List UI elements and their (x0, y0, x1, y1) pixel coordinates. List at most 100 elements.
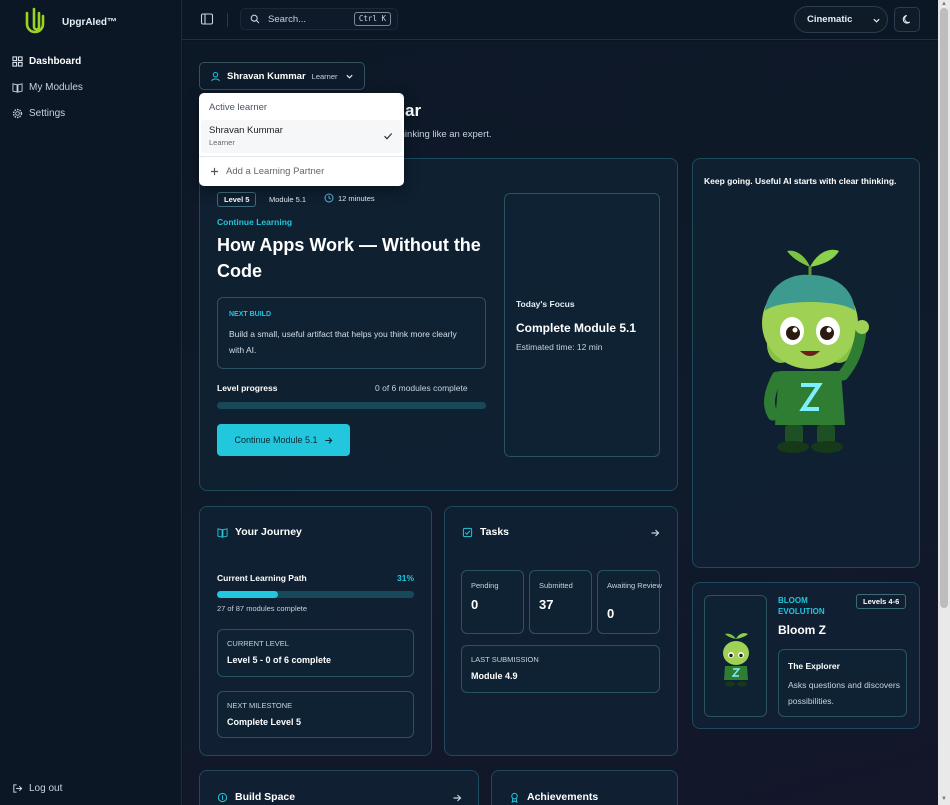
build-space-title: Build Space (235, 791, 296, 803)
user-icon (211, 71, 220, 81)
learner-name: Shravan Kummar (227, 70, 306, 82)
todays-focus-box: Today's Focus Complete Module 5.1 Estima… (504, 193, 660, 457)
learner-dropdown-menu: Active learner Shravan Kummar Learner Ad… (199, 93, 404, 186)
logout-icon (13, 784, 23, 793)
sidebar-toggle-icon[interactable] (200, 12, 214, 26)
last-submission-value: Module 4.9 (471, 671, 518, 681)
pending-label: Pending (471, 581, 499, 590)
current-level-label: CURRENT LEVEL (227, 639, 289, 648)
modules-complete-text: 27 of 87 modules complete (217, 604, 308, 613)
tasks-header: Tasks (462, 526, 509, 538)
book-open-icon (217, 527, 228, 538)
scroll-down-arrow[interactable]: ▼ (941, 796, 947, 802)
next-build-box: NEXT BUILD Build a small, useful artifac… (217, 297, 486, 369)
sidebar: UpgrAIed™ Dashboard My Modules Settings … (0, 0, 182, 805)
submitted-box[interactable]: Submitted 37 (529, 570, 592, 634)
continue-module-button[interactable]: Continue Module 5.1 (217, 424, 350, 456)
clock-icon (324, 193, 334, 203)
next-build-text: Build a small, useful artifact that help… (229, 329, 457, 355)
sidebar-item-dashboard[interactable]: Dashboard (12, 56, 81, 67)
submitted-value: 37 (539, 597, 554, 612)
dropdown-item-learner[interactable]: Shravan Kummar Learner (201, 120, 402, 153)
divider (227, 13, 228, 27)
app-logo[interactable] (20, 7, 50, 37)
tasks-card[interactable]: Tasks Pending 0 Submitted 37 Awaiting Re… (444, 506, 678, 756)
pending-box[interactable]: Pending 0 (461, 570, 524, 634)
page-scrollbar[interactable]: ▲ ▼ (938, 0, 950, 805)
module-title: How Apps Work — Without the Code (217, 235, 481, 281)
dark-mode-button[interactable] (894, 7, 920, 32)
theme-select-value: Cinematic (807, 14, 853, 25)
level-progress-label: Level progress (217, 383, 278, 393)
todays-focus-estimate: Estimated time: 12 min (516, 342, 603, 352)
compass-icon (217, 792, 228, 802)
dropdown-item-role: Learner (209, 138, 235, 147)
tasks-title: Tasks (480, 526, 509, 538)
mascot-quote: Keep going. Useful AI starts with clear … (704, 176, 897, 186)
page-subtitle: thinking like an expert. (397, 129, 492, 140)
achievements-card[interactable]: Achievements (491, 770, 678, 805)
gear-icon (12, 108, 23, 119)
dropdown-header: Active learner (209, 102, 268, 113)
last-submission-label: LAST SUBMISSION (471, 655, 539, 664)
journey-header: Your Journey (217, 526, 302, 538)
app-name: UpgrAIed™ (62, 17, 117, 28)
explorer-title: The Explorer (788, 661, 840, 671)
mascot-illustration (762, 249, 869, 453)
book-icon (12, 83, 23, 93)
bloom-mascot-icon (723, 633, 749, 687)
bloom-name: Bloom Z (778, 623, 826, 637)
page-title: ar (405, 101, 422, 120)
arrow-right-icon (324, 436, 332, 444)
awaiting-review-box[interactable]: Awaiting Review 0 (597, 570, 662, 634)
last-submission-box[interactable]: LAST SUBMISSION Module 4.9 (461, 645, 660, 693)
module-label: Module 5.1 (269, 195, 307, 204)
learning-path-bar (217, 591, 414, 598)
scrollbar-thumb[interactable] (940, 8, 948, 608)
awaiting-review-label: Awaiting Review (607, 581, 662, 590)
sidebar-item-label: Settings (29, 108, 66, 119)
add-learning-partner-button[interactable]: Add a Learning Partner (210, 166, 324, 177)
next-milestone-label: NEXT MILESTONE (227, 701, 293, 710)
scroll-up-arrow[interactable]: ▲ (941, 1, 947, 7)
bloom-levels-badge: Levels 4-6 (856, 594, 907, 609)
sidebar-item-label: My Modules (29, 82, 83, 93)
arrow-right-icon[interactable] (650, 528, 660, 538)
award-icon (511, 792, 518, 803)
next-build-label: NEXT BUILD (229, 311, 271, 318)
dropdown-divider (199, 156, 404, 157)
awaiting-review-value: 0 (607, 606, 615, 621)
sidebar-item-label: Dashboard (29, 56, 82, 67)
explorer-box: The Explorer Asks questions and discover… (778, 649, 907, 717)
continue-learning-card: Level 5 Module 5.1 12 minutes Continue L… (199, 158, 678, 491)
sidebar-item-settings[interactable]: Settings (12, 108, 65, 119)
top-bar: Search... Ctrl K Cinematic (182, 0, 938, 40)
search-icon (250, 14, 260, 24)
sidebar-item-my-modules[interactable]: My Modules (12, 82, 83, 93)
achievements-title: Achievements (527, 791, 599, 803)
build-space-card[interactable]: Build Space (199, 770, 479, 805)
duration-text: 12 minutes (338, 193, 375, 203)
current-level-value: Level 5 - 0 of 6 complete (227, 655, 332, 665)
main-content: ar thinking like an expert. Level 5 Modu… (183, 41, 938, 805)
learner-switcher[interactable]: Shravan Kummar Learner (199, 62, 365, 90)
add-learning-partner-label: Add a Learning Partner (226, 166, 325, 177)
duration-label: 12 minutes (324, 193, 375, 203)
moon-icon (902, 14, 910, 24)
todays-focus-title: Complete Module 5.1 (516, 321, 637, 335)
learning-path-label: Current Learning Path (217, 573, 307, 583)
learner-role: Learner (311, 71, 338, 81)
check-icon (384, 133, 393, 140)
level-badge: Level 5 (217, 192, 257, 207)
arrow-right-icon[interactable] (452, 793, 462, 803)
journey-title: Your Journey (235, 526, 302, 538)
next-milestone-value: Complete Level 5 (227, 717, 302, 727)
explorer-description: Asks questions and discovers possibiliti… (788, 680, 900, 706)
bloom-evolution-label: BLOOM EVOLUTION (778, 596, 825, 616)
search-input[interactable]: Search... Ctrl K (240, 8, 398, 30)
checkbox-icon (462, 527, 473, 537)
dashboard-icon (12, 56, 23, 67)
logout-button[interactable]: Log out (12, 783, 62, 794)
learning-path-fill (217, 591, 279, 598)
theme-select[interactable]: Cinematic (794, 6, 888, 33)
